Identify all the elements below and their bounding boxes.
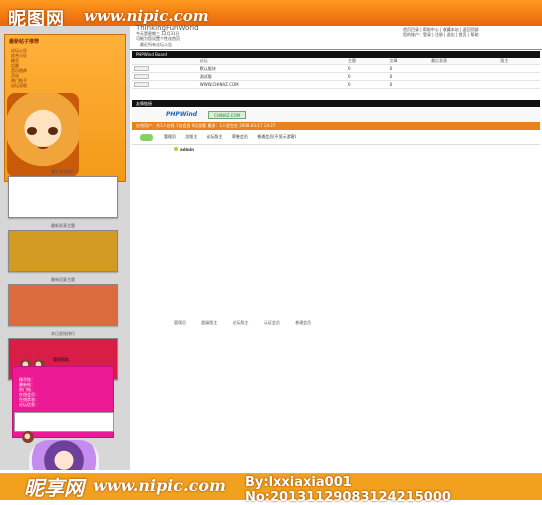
table-row[interactable]: 测试版 0 0: [132, 72, 540, 81]
moderator-cell: [498, 80, 540, 89]
sidebar-widget-stack: 最新发表图片 最新发表主题 最新回复主题 本日发帖排行: [8, 164, 118, 380]
forum-table: 论坛 主题 文章 最后发表 版主 默认版块 0 0 测试版 0 0 WWW.CH…: [132, 58, 540, 89]
white-mini-box: [14, 412, 114, 432]
faint-legend: 管理员 超级版主 论坛版主 认证会员 普通会员: [174, 320, 325, 326]
watermark-footer: 昵享网 www.nipic.com By:lxxiaxia001 No:2013…: [0, 470, 542, 505]
widget-label: 最新发表主题: [51, 223, 75, 228]
widget-box: [8, 284, 118, 326]
last-post-cell: [429, 64, 499, 73]
member-status-icon: [174, 147, 178, 151]
help-panel-title: 管理帮助: [53, 357, 69, 362]
legend-item: 管理员: [164, 134, 176, 139]
board-icon: [134, 82, 149, 88]
board-icon: [134, 66, 149, 72]
widget-label: 本日发帖排行: [51, 331, 75, 336]
topic-count: 0: [346, 80, 388, 89]
help-panel-item: 论坛信息：: [19, 402, 39, 407]
faint-link: 论坛版主: [232, 320, 249, 325]
table-row[interactable]: WWW.CHINAZ.COM 0 0: [132, 80, 540, 89]
widget-box: [8, 176, 118, 218]
watermark-url-text: www.nipic.com: [84, 7, 209, 25]
board-name[interactable]: WWW.CHINAZ.COM: [197, 80, 347, 89]
sidebar-link[interactable]: 论坛导航: [11, 83, 61, 88]
header-meta-line: 可能为您设置个性化首页: [136, 36, 180, 41]
member-name[interactable]: admin: [180, 147, 194, 152]
moderator-cell: [498, 72, 540, 81]
member-legend: 管理员 总版主 论坛版主 荣誉会员 普通会员(不显示游客): [132, 131, 540, 145]
topic-count: 0: [346, 72, 388, 81]
post-count: 0: [387, 80, 430, 89]
table-row[interactable]: 默认版块 0 0: [132, 64, 540, 73]
widget-label: 最新发表图片: [51, 169, 75, 174]
legend-item: 论坛版主: [206, 134, 223, 139]
chibi-icon: [22, 431, 34, 443]
faint-link: 认证会员: [263, 320, 280, 325]
announcement-link[interactable]: 最近所有论坛公告: [140, 42, 172, 48]
widget-latest-topics: 最新发表主题: [8, 223, 118, 272]
last-post-cell: [429, 72, 499, 81]
help-panel-list: 精华帖： 最新帖： 热门帖： 在线会员： 在线状态： 论坛信息：: [19, 377, 39, 407]
topic-count: 0: [346, 64, 388, 73]
footer-watermark-logo: 昵享网: [24, 476, 84, 500]
legend-item: 总版主: [185, 134, 198, 139]
widget-latest-replies: 最新回复主题: [8, 277, 118, 326]
last-post-cell: [429, 80, 499, 89]
footer-watermark-meta: By:lxxiaxia001 No:20131129083124215000: [245, 475, 451, 505]
header-meta: ThinkingFunWorld 今天是星期三 12月31日 可能为您设置个性化…: [130, 25, 542, 50]
chinaz-logo[interactable]: CHINAZ.COM: [208, 111, 246, 119]
header-user-links[interactable]: 您的账户：登录 | 注册 | 退出 | 首页 | 帮助: [403, 32, 538, 37]
widget-label: 最新回复主题: [51, 277, 75, 282]
faint-link: 超级版主: [201, 320, 218, 325]
widget-box: [8, 230, 118, 272]
sidebar-link-list: 论坛公告 综合讨论 精华 话题 音乐图库 活动 热门帖子 论坛导航: [11, 48, 61, 88]
links-header-bar: 友情链接: [132, 100, 540, 107]
top-banner: 昵图网 www.nipic.com: [0, 0, 542, 30]
online-member[interactable]: admin: [174, 147, 194, 152]
legend-item: 普通会员(不显示游客): [257, 134, 297, 139]
board-name[interactable]: 默认版块: [197, 64, 347, 73]
sidebar-section-title: 最新帖子推荐: [9, 39, 40, 45]
post-count: 0: [387, 64, 430, 73]
faint-link: 普通会员: [295, 320, 312, 325]
legend-item: 荣誉会员: [231, 134, 248, 139]
phpwind-logo[interactable]: PHPWind: [166, 111, 202, 120]
footer-watermark-url: www.nipic.com: [93, 476, 226, 495]
online-status-bar: 在线用户：共1人在线 1位会员 0位游客 最多：1人发生在 2008-03-17…: [132, 122, 540, 130]
left-sidebar: 最新帖子推荐 论坛公告 综合讨论 精华 话题 音乐图库 活动 热门帖子 论坛导航…: [0, 26, 130, 500]
post-count: 0: [387, 72, 430, 81]
sidebar-top-panel: 最新帖子推荐 论坛公告 综合讨论 精华 话题 音乐图库 活动 热门帖子 论坛导航: [4, 34, 126, 182]
widget-latest-images: 最新发表图片: [8, 169, 118, 218]
forum-main: 最近所有论坛公告 PHPWind Board 论坛 主题 文章 最后发表 版主 …: [130, 42, 542, 500]
faint-link: 管理员: [174, 320, 186, 325]
board-name[interactable]: 测试版: [197, 72, 347, 81]
online-users-icon: [140, 134, 153, 141]
moderator-cell: [498, 64, 540, 73]
board-icon: [134, 74, 149, 80]
forum-header-bar: PHPWind Board: [132, 51, 540, 58]
